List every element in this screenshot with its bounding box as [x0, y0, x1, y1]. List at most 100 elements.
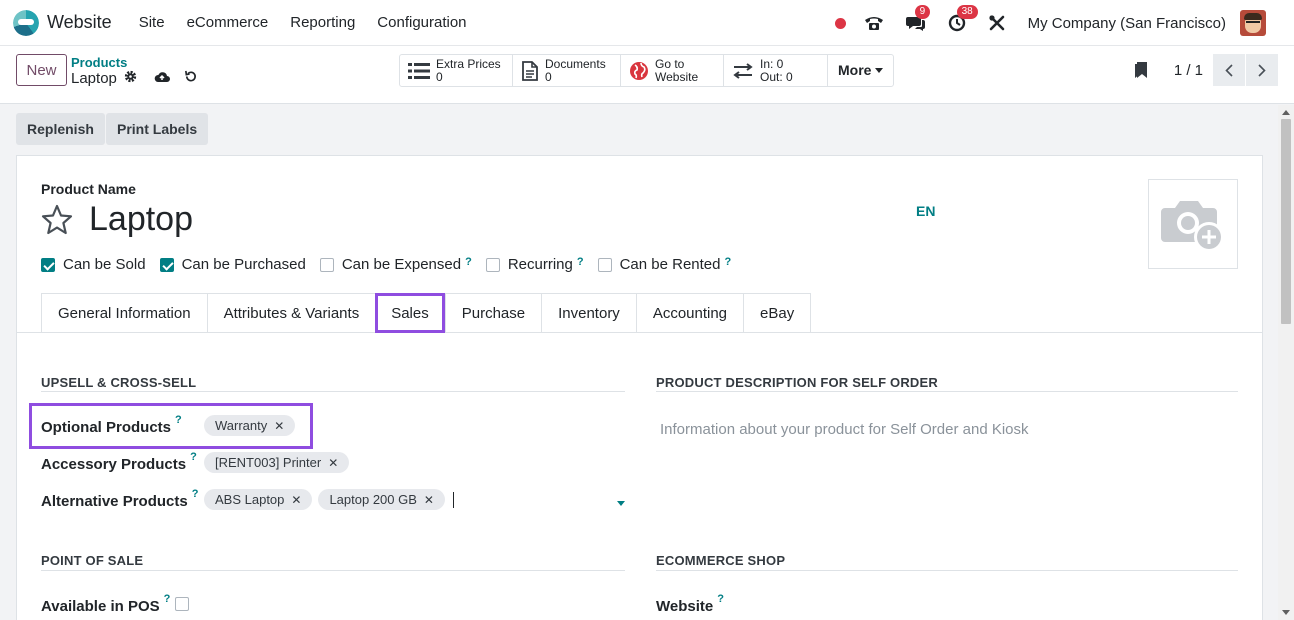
pager-next-button[interactable] — [1246, 54, 1278, 86]
user-avatar[interactable] — [1240, 10, 1266, 36]
menu-reporting[interactable]: Reporting — [279, 14, 366, 31]
recurring-box[interactable] — [485, 257, 500, 272]
gear-icon[interactable] — [124, 70, 137, 87]
help-icon[interactable]: ? — [465, 256, 472, 268]
messages-icon[interactable]: 9 — [905, 5, 931, 32]
more-button[interactable]: More — [828, 55, 893, 86]
tab-ebay[interactable]: eBay — [743, 293, 812, 333]
scroll-up-arrow-icon[interactable] — [1282, 110, 1290, 115]
globe-icon — [629, 61, 649, 81]
can-be-purchased-box[interactable] — [159, 257, 174, 272]
tab-attributes-variants[interactable]: Attributes & Variants — [206, 293, 376, 333]
app-brand[interactable]: Website — [13, 9, 112, 36]
go-to-website-button[interactable]: Go to Website — [621, 55, 724, 86]
can-be-purchased-label: Can be Purchased — [181, 256, 306, 273]
help-icon[interactable]: ? — [717, 593, 724, 605]
in-out-button[interactable]: In: 0 Out: 0 — [724, 55, 828, 86]
help-icon[interactable]: ? — [164, 593, 171, 605]
website-field-label: Website? — [656, 593, 724, 615]
tag-label: Laptop 200 GB — [329, 492, 417, 507]
optional-products-label: Optional Products? — [41, 414, 182, 436]
phone-icon[interactable] — [864, 15, 884, 31]
website-app-icon — [13, 9, 39, 36]
pager-value[interactable]: 1 / 1 — [1174, 62, 1203, 79]
extra-prices-button[interactable]: Extra Prices 0 — [400, 55, 513, 86]
tag-abs-laptop: ABS Laptop ✕ — [204, 489, 313, 510]
recurring-checkbox[interactable]: Recurring? — [485, 256, 584, 273]
product-name-label: Product Name — [41, 181, 136, 197]
close-icon[interactable]: ✕ — [328, 456, 338, 470]
available-in-pos-checkbox[interactable] — [175, 597, 189, 611]
tag-label: ABS Laptop — [215, 492, 285, 507]
company-switcher[interactable]: My Company (San Francisco) — [1028, 15, 1226, 32]
help-icon[interactable]: ? — [192, 488, 199, 500]
can-be-rented-checkbox[interactable]: Can be Rented? — [597, 256, 731, 273]
activities-badge: 38 — [956, 5, 978, 19]
help-icon[interactable]: ? — [175, 414, 182, 426]
main-navbar: Website Site eCommerce Reporting Configu… — [0, 0, 1294, 46]
self-order-description-input[interactable]: Information about your product for Self … — [660, 421, 1029, 438]
activities-icon[interactable]: 38 — [948, 5, 978, 32]
bookmarks-icon[interactable] — [1134, 61, 1150, 79]
print-labels-button[interactable]: Print Labels — [106, 113, 209, 145]
help-icon[interactable]: ? — [577, 256, 584, 268]
menu-ecommerce[interactable]: eCommerce — [176, 14, 280, 31]
app-name: Website — [47, 12, 112, 32]
breadcrumb-parent[interactable]: Products — [71, 55, 137, 70]
smart-buttons: Extra Prices 0 Documents 0 Go to Website In… — [399, 54, 895, 87]
pager-previous-button[interactable] — [1213, 54, 1245, 86]
tag-label: Warranty — [215, 418, 268, 433]
close-icon[interactable]: ✕ — [291, 493, 301, 507]
can-be-purchased-checkbox[interactable]: Can be Purchased — [159, 256, 306, 273]
menu-site[interactable]: Site — [128, 14, 176, 31]
replenish-button[interactable]: Replenish — [16, 113, 105, 145]
tab-general-information[interactable]: General Information — [41, 293, 207, 333]
document-icon — [521, 60, 539, 81]
list-icon — [408, 62, 430, 80]
favorite-star-icon[interactable] — [41, 204, 73, 238]
close-icon[interactable]: ✕ — [424, 493, 434, 507]
documents-button[interactable]: Documents 0 — [513, 55, 621, 86]
close-icon[interactable]: ✕ — [274, 419, 284, 433]
out-count: Out: 0 — [760, 69, 793, 84]
documents-value: 0 — [545, 69, 552, 84]
can-be-expensed-label: Can be Expensed — [341, 256, 462, 273]
product-name-input[interactable]: Laptop — [89, 200, 193, 239]
scroll-down-arrow-icon[interactable] — [1282, 610, 1290, 615]
accessory-products-field[interactable]: [RENT003] Printer ✕ — [204, 452, 355, 473]
optional-products-label-text: Optional Products — [41, 419, 172, 436]
upsell-section-title: UPSELL & CROSS-SELL — [41, 375, 197, 390]
can-be-expensed-checkbox[interactable]: Can be Expensed? — [319, 256, 472, 273]
help-icon[interactable]: ? — [724, 256, 731, 268]
breadcrumb: Products Laptop — [71, 55, 137, 87]
pos-divider — [41, 570, 625, 571]
tab-sales[interactable]: Sales — [375, 293, 445, 333]
recording-icon[interactable] — [834, 17, 846, 29]
menu-configuration[interactable]: Configuration — [366, 14, 477, 31]
tab-accounting[interactable]: Accounting — [635, 293, 744, 333]
extra-prices-value: 0 — [436, 69, 443, 84]
scroll-thumb[interactable] — [1281, 119, 1291, 324]
pos-section-title: POINT OF SALE — [41, 553, 144, 568]
discard-icon[interactable] — [184, 70, 197, 83]
page-scrollbar[interactable] — [1278, 105, 1294, 620]
cloud-upload-icon[interactable] — [154, 70, 170, 83]
alternative-products-field[interactable]: ABS Laptop ✕ Laptop 200 GB ✕ — [204, 489, 454, 510]
new-button[interactable]: New — [16, 54, 67, 86]
can-be-rented-box[interactable] — [597, 257, 612, 272]
tag-label: [RENT003] Printer — [215, 455, 322, 470]
debug-tools-icon[interactable] — [988, 14, 1006, 32]
tab-inventory[interactable]: Inventory — [541, 293, 636, 333]
can-be-sold-box[interactable] — [41, 257, 55, 272]
optional-products-field[interactable]: Warranty ✕ — [204, 415, 301, 436]
product-image[interactable] — [1148, 179, 1238, 269]
transfer-arrows-icon — [732, 62, 754, 79]
ecommerce-divider — [656, 570, 1238, 571]
help-icon[interactable]: ? — [190, 451, 197, 463]
more-label: More — [838, 62, 872, 78]
language-button[interactable]: EN — [916, 203, 935, 219]
tab-purchase[interactable]: Purchase — [444, 293, 542, 333]
can-be-expensed-box[interactable] — [319, 257, 334, 272]
dropdown-caret-icon[interactable] — [617, 501, 625, 506]
can-be-sold-checkbox[interactable]: Can be Sold — [41, 256, 146, 273]
